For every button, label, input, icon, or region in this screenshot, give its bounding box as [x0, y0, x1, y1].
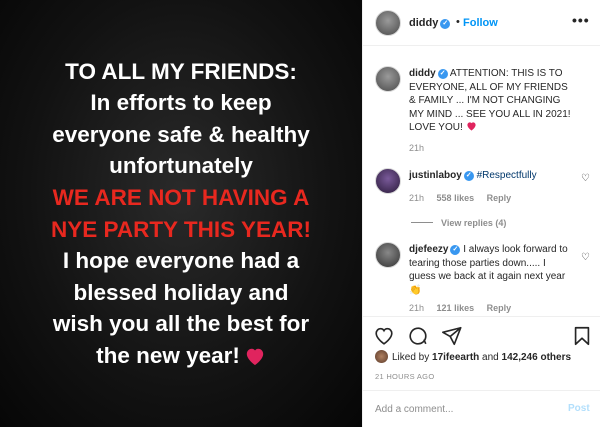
heart-icon[interactable] — [373, 325, 395, 347]
reply-button[interactable]: Reply — [487, 303, 512, 313]
caption-text: diddy ✓ ATTENTION: THIS IS TO EVERYONE, A… — [409, 67, 575, 135]
comment-text: justinlaboy ✓ #Respectfully — [409, 169, 575, 183]
post-image-text: the new year! — [96, 342, 240, 368]
comment-likes[interactable]: 121 likes — [437, 303, 475, 313]
like-comment-heart-icon[interactable]: ♡ — [581, 252, 590, 263]
post-image[interactable]: TO ALL MY FRIENDS: In efforts to keep ever… — [0, 0, 362, 427]
avatar[interactable] — [375, 242, 401, 268]
add-comment-bar: Post — [363, 390, 600, 427]
comment-likes[interactable]: 558 likes — [437, 193, 475, 203]
bookmark-icon[interactable] — [571, 325, 593, 347]
verified-badge-icon: ✓ — [437, 69, 448, 79]
post-image-text-line: I hope everyone had a — [62, 248, 300, 274]
more-options-icon[interactable]: ••• — [572, 12, 590, 28]
reply-button[interactable]: Reply — [487, 193, 512, 203]
verified-badge-icon: ✓ — [463, 171, 474, 181]
caption-time: 21h — [409, 143, 425, 153]
post-image-text-line: WE ARE NOT HAVING A — [52, 184, 310, 210]
username-text[interactable]: diddy — [409, 17, 438, 29]
post-timestamp[interactable]: 21 HOURS AGO — [375, 372, 434, 381]
comment-username[interactable]: djefeezy — [409, 244, 448, 255]
liker-avatar[interactable] — [375, 350, 388, 363]
post-image-text-line: the new year! — [96, 340, 266, 372]
post-image-text-line: NYE PARTY THIS YEAR! — [50, 216, 312, 242]
hashtag-link[interactable]: #Respectfully — [477, 170, 537, 181]
comment-time: 21h — [409, 303, 425, 313]
avatar[interactable] — [375, 168, 401, 194]
comment-text: djefeezy ✓ I always look forward to teari… — [409, 243, 575, 297]
red-heart-icon — [246, 348, 264, 365]
post-comment-button[interactable]: Post — [568, 403, 590, 414]
post-image-text-line: blessed holiday and — [73, 279, 289, 305]
comments-list[interactable]: diddy ✓ ATTENTION: THIS IS TO EVERYONE, A… — [363, 46, 600, 316]
comment-input[interactable] — [375, 401, 555, 417]
separator-dot: • — [456, 16, 460, 28]
avatar[interactable] — [375, 10, 401, 36]
post-details-panel: diddy ✓ • Follow ••• diddy ✓ ATTENTION: TH… — [362, 0, 600, 427]
red-heart-icon — [466, 122, 476, 131]
post-image-text-line: unfortunately — [109, 153, 253, 179]
comment-icon[interactable] — [407, 325, 429, 347]
likes-and: and — [479, 352, 502, 363]
post-image-text-line: TO ALL MY FRIENDS: — [65, 58, 297, 84]
replies-divider — [411, 222, 433, 223]
share-icon[interactable] — [441, 325, 463, 347]
post-image-text-line: wish you all the best for — [52, 311, 310, 337]
like-comment-heart-icon[interactable]: ♡ — [581, 173, 590, 184]
comment-meta: 21h 121 likes Reply — [409, 303, 521, 313]
view-replies-label[interactable]: View replies (4) — [441, 218, 506, 228]
clapping-hands-icon: 👏 — [409, 284, 422, 296]
header-username[interactable]: diddy ✓ — [409, 17, 451, 29]
likes-prefix: Liked by — [392, 352, 433, 363]
comment-time: 21h — [409, 193, 425, 203]
verified-badge-icon: ✓ — [450, 245, 461, 255]
view-replies-button[interactable]: View replies (4) — [411, 218, 506, 228]
comment-username[interactable]: justinlaboy — [409, 170, 462, 181]
post-image-text-line: everyone safe & healthy — [52, 121, 310, 147]
comment-meta: 21h 558 likes Reply — [409, 193, 521, 203]
caption-meta: 21h — [409, 143, 434, 153]
post-image-text-line: In efforts to keep — [90, 90, 272, 116]
liker-username[interactable]: 17ifeearth — [432, 352, 479, 363]
follow-button[interactable]: Follow — [463, 17, 498, 29]
caption-username[interactable]: diddy — [409, 68, 436, 79]
action-bar — [363, 316, 600, 350]
post-header: diddy ✓ • Follow ••• — [363, 0, 600, 46]
verified-badge-icon: ✓ — [440, 19, 451, 29]
likes-summary: Liked by 17ifeearth and 142,246 others — [375, 350, 571, 363]
likes-count[interactable]: 142,246 others — [502, 352, 572, 363]
avatar[interactable] — [375, 66, 401, 92]
